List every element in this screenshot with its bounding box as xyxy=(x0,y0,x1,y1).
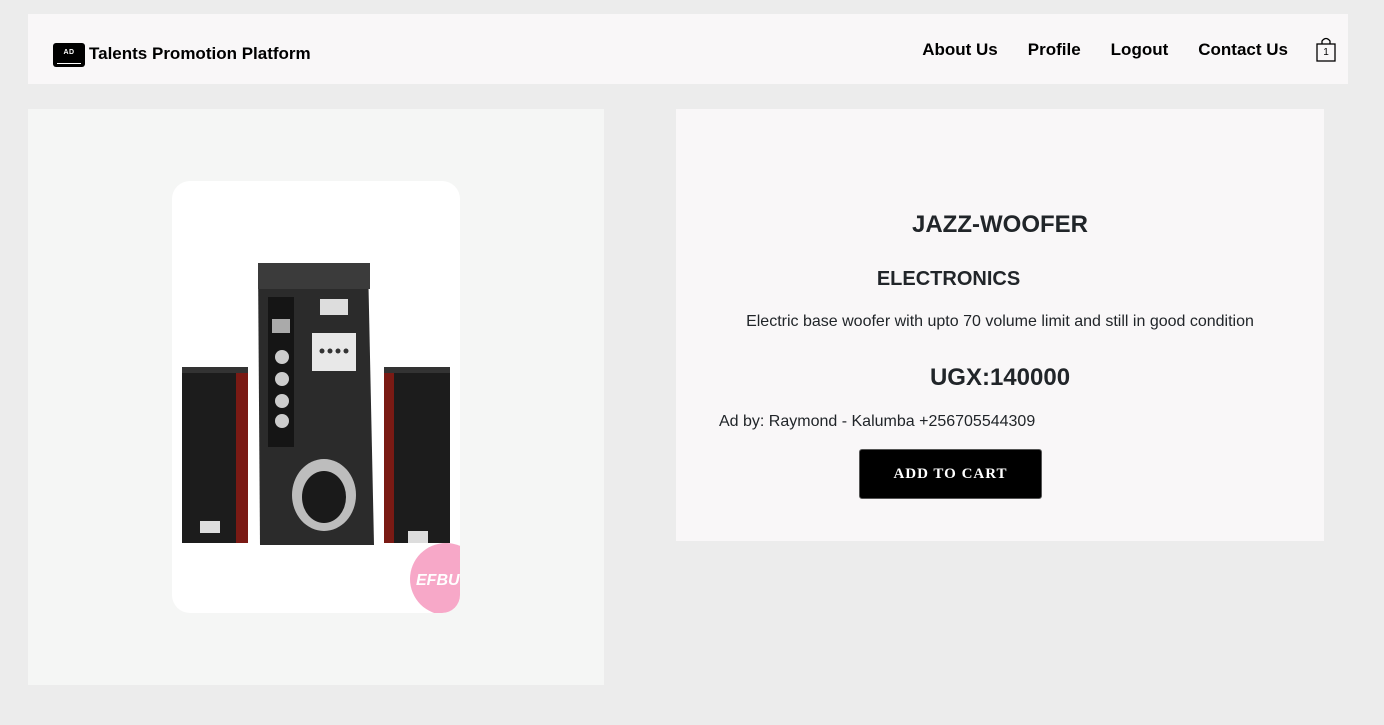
nav-about-us[interactable]: About Us xyxy=(922,40,998,60)
image-watermark: EFBUY xyxy=(416,572,460,589)
shopping-bag-icon[interactable]: 1 xyxy=(1316,37,1336,63)
product-info-panel: JAZZ-WOOFER ELECTRONICS Electric base wo… xyxy=(676,109,1324,541)
product-image-panel: EFBUY xyxy=(28,109,604,685)
nav-profile[interactable]: Profile xyxy=(1028,40,1081,60)
product-price: UGX:140000 xyxy=(929,364,1071,391)
product-category: ELECTRONICS xyxy=(876,268,1021,290)
nav-links: About Us Profile Logout Contact Us xyxy=(922,40,1288,60)
add-to-cart-button[interactable]: ADD TO CART xyxy=(859,449,1042,499)
cart-count: 1 xyxy=(1323,47,1329,58)
nav-contact-us[interactable]: Contact Us xyxy=(1198,40,1288,60)
navbar: AD Talents Promotion Platform About Us P… xyxy=(28,14,1348,84)
nav-logout[interactable]: Logout xyxy=(1111,40,1169,60)
brand-link[interactable]: AD Talents Promotion Platform xyxy=(53,42,311,67)
product-description: Electric base woofer with upto 70 volume… xyxy=(746,313,1254,330)
logo-text: AD xyxy=(63,49,75,56)
seller-info: Ad by: Raymond - Kalumba +256705544309 xyxy=(719,413,1036,430)
product-title: JAZZ-WOOFER xyxy=(912,211,1088,238)
ad-logo-icon: AD xyxy=(53,43,85,67)
product-image: EFBUY xyxy=(172,181,460,613)
brand-name: Talents Promotion Platform xyxy=(89,44,311,63)
speaker-system-image: EFBUY xyxy=(182,263,460,613)
